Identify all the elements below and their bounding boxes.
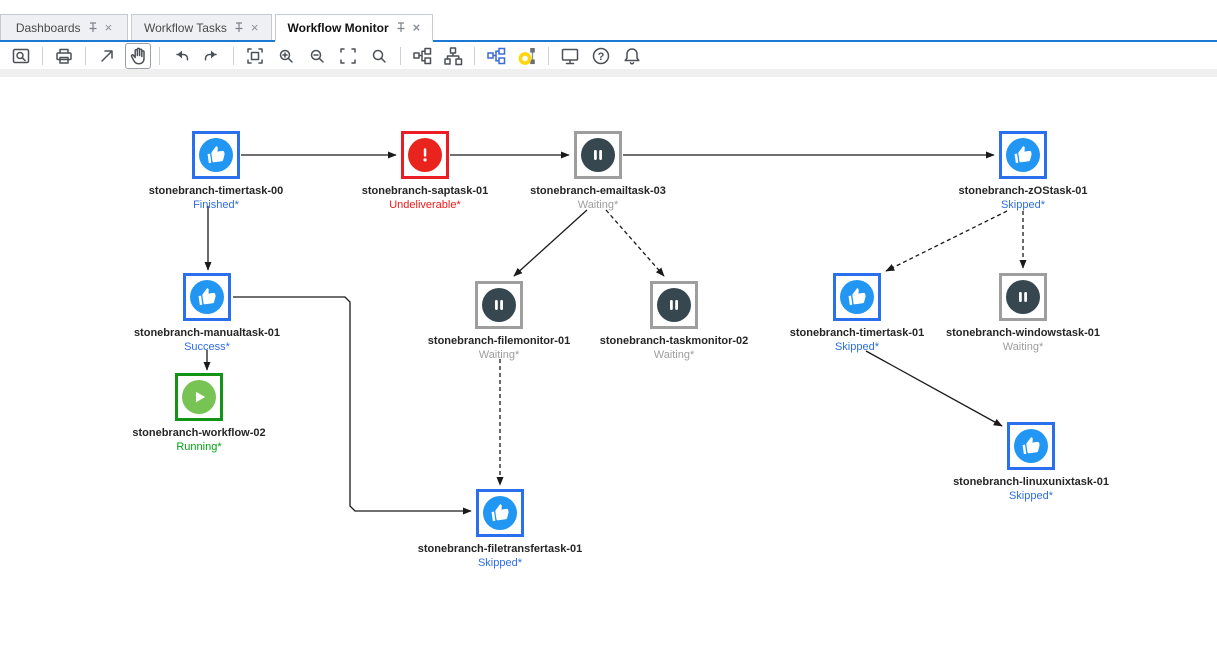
toolbar-separator xyxy=(85,47,86,65)
edge-emailtask03-to-taskmonitor02 xyxy=(606,210,664,276)
task-name-label: stonebranch-workflow-02 xyxy=(84,427,314,439)
arrow-up-right-icon[interactable] xyxy=(94,43,120,69)
tab-bar: Dashboards × Workflow Tasks × Workflow M… xyxy=(0,0,1217,42)
task-status-label: Success* xyxy=(92,341,322,353)
workflow-canvas[interactable]: stonebranch-timertask-00 Finished* stonebr… xyxy=(0,0,1217,656)
tab-workflow-monitor[interactable]: Workflow Monitor × xyxy=(275,14,434,42)
thumb-up-icon xyxy=(840,280,874,314)
toolbar-separator xyxy=(159,47,160,65)
task-name-label: stonebranch-zOStask-01 xyxy=(908,185,1138,197)
close-icon[interactable]: × xyxy=(105,21,113,34)
diagram-toolbar: ? xyxy=(0,42,1217,69)
pin-icon[interactable] xyxy=(88,22,98,33)
pause-icon xyxy=(1006,280,1040,314)
toolbar-separator xyxy=(42,47,43,65)
toolbar-separator xyxy=(474,47,475,65)
task-box[interactable] xyxy=(183,273,231,321)
task-name-label: stonebranch-windowstask-01 xyxy=(908,327,1138,339)
pause-icon xyxy=(657,288,691,322)
zoom-out-icon[interactable] xyxy=(304,43,330,69)
task-name-label: stonebranch-filetransfertask-01 xyxy=(385,543,615,555)
task-box[interactable] xyxy=(574,131,622,179)
top-chrome: Dashboards × Workflow Tasks × Workflow M… xyxy=(0,0,1217,77)
task-status-label: Skipped* xyxy=(916,490,1146,502)
play-icon xyxy=(182,380,216,414)
redo-icon[interactable] xyxy=(199,43,225,69)
tab-dashboards[interactable]: Dashboards × xyxy=(0,14,128,40)
task-name-label: stonebranch-manualtask-01 xyxy=(92,327,322,339)
task-box[interactable] xyxy=(192,131,240,179)
svg-text:?: ? xyxy=(598,50,605,62)
task-box[interactable] xyxy=(1007,422,1055,470)
tree-layout-horizontal-icon[interactable] xyxy=(409,43,435,69)
print-icon[interactable] xyxy=(51,43,77,69)
toolbar-separator xyxy=(233,47,234,65)
tab-label: Workflow Tasks xyxy=(144,21,227,35)
thumb-up-icon xyxy=(1014,429,1048,463)
task-status-label: Finished* xyxy=(101,199,331,211)
thumb-up-icon xyxy=(483,496,517,530)
tab-label: Dashboards xyxy=(16,21,81,35)
pause-icon xyxy=(581,138,615,172)
task-status-label: Waiting* xyxy=(483,199,713,211)
pin-icon[interactable] xyxy=(234,22,244,33)
tab-workflow-tasks[interactable]: Workflow Tasks × xyxy=(131,14,272,40)
task-status-label: Skipped* xyxy=(385,557,615,569)
task-box[interactable] xyxy=(401,131,449,179)
notifications-icon[interactable] xyxy=(619,43,645,69)
task-name-label: stonebranch-timertask-00 xyxy=(101,185,331,197)
undo-icon[interactable] xyxy=(168,43,194,69)
task-box[interactable] xyxy=(999,273,1047,321)
edge-zostask01-to-timertask01 xyxy=(886,211,1007,271)
task-name-label: stonebranch-linuxunixtask-01 xyxy=(916,476,1146,488)
task-name-label: stonebranch-emailtask-03 xyxy=(483,185,713,197)
task-box[interactable] xyxy=(175,373,223,421)
toolbar-separator xyxy=(400,47,401,65)
marquee-select-icon[interactable] xyxy=(335,43,361,69)
search-icon[interactable] xyxy=(366,43,392,69)
thumb-up-icon xyxy=(190,280,224,314)
hand-pan-icon[interactable] xyxy=(125,43,151,69)
find-preview-icon[interactable] xyxy=(8,43,34,69)
monitor-icon[interactable] xyxy=(557,43,583,69)
fit-to-window-icon[interactable] xyxy=(242,43,268,69)
zoom-in-icon[interactable] xyxy=(273,43,299,69)
edge-emailtask03-to-filemonitor01 xyxy=(514,210,587,276)
thumb-up-icon xyxy=(1006,138,1040,172)
thumb-up-icon xyxy=(199,138,233,172)
pin-icon[interactable] xyxy=(396,22,406,33)
toolbar-divider xyxy=(0,69,1217,77)
help-icon[interactable]: ? xyxy=(588,43,614,69)
task-status-label: Waiting* xyxy=(908,341,1138,353)
toolbar-separator xyxy=(548,47,549,65)
task-box[interactable] xyxy=(833,273,881,321)
task-status-label: Skipped* xyxy=(908,199,1138,211)
exclamation-icon xyxy=(408,138,442,172)
close-icon[interactable]: × xyxy=(413,21,421,34)
task-status-label: Running* xyxy=(84,441,314,453)
critical-path-icon[interactable] xyxy=(514,43,540,69)
tree-layout-vertical-icon[interactable] xyxy=(440,43,466,69)
edge-timertask01-to-linuxunixtask01 xyxy=(866,351,1002,426)
task-box[interactable] xyxy=(999,131,1047,179)
task-box[interactable] xyxy=(475,281,523,329)
tab-label: Workflow Monitor xyxy=(288,21,389,35)
task-box[interactable] xyxy=(476,489,524,537)
pause-icon xyxy=(482,288,516,322)
tree-layout-active-icon[interactable] xyxy=(483,43,509,69)
task-box[interactable] xyxy=(650,281,698,329)
close-icon[interactable]: × xyxy=(251,21,259,34)
